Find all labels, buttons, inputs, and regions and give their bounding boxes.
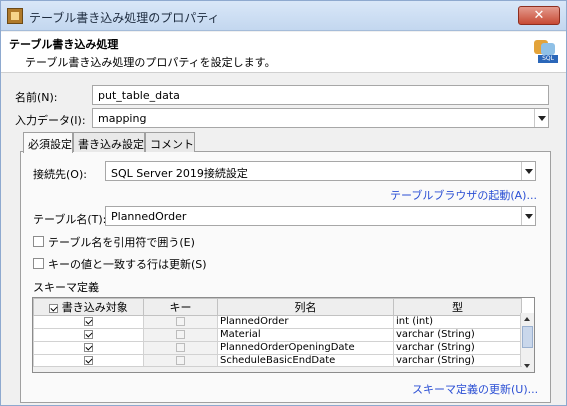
key-cell [143,341,218,355]
table-row[interactable]: PlannedOrderOpeningDate varchar (String) [33,341,522,355]
write-target-checkbox[interactable] [84,342,93,352]
table-row[interactable]: PlannedOrder int (int) [33,315,522,329]
write-target-cell [33,341,144,355]
key-checkbox[interactable] [176,316,185,326]
key-cell [143,328,218,342]
table-name-select[interactable]: PlannedOrder [105,206,536,226]
update-matching-rows-checkbox[interactable] [33,258,44,269]
type-cell: varchar (String) [393,341,522,355]
column-name-cell: Material [217,328,394,342]
write-target-cell [33,328,144,342]
title-bar: テーブル書き込み処理のプロパティ ✕ [1,1,566,31]
schema-update-link[interactable]: スキーマ定義の更新(U)... [412,381,538,397]
scroll-down-icon[interactable] [521,360,534,372]
table-name-label: テーブル名(T): [33,213,107,226]
connection-label: 接続先(O): [33,168,87,181]
connection-value: SQL Server 2019接続設定 [111,167,248,180]
tab-comment[interactable]: コメント [145,132,195,152]
connection-select[interactable]: SQL Server 2019接続設定 [105,161,536,181]
header-description: テーブル書き込み処理のプロパティを設定します。 [25,56,276,69]
header-pane: テーブル書き込み処理 テーブル書き込み処理のプロパティを設定します。 SQL [1,32,566,73]
header-title: テーブル書き込み処理 [9,38,119,51]
properties-dialog: テーブル書き込み処理のプロパティ ✕ テーブル書き込み処理 テーブル書き込み処理… [0,0,567,406]
sql-icon: SQL [532,40,558,64]
schema-grid: 書き込み対象 キー 列名 型 PlannedOrder int (int) Mate… [32,297,535,373]
quote-table-name-checkbox[interactable] [33,236,44,247]
chevron-down-icon[interactable] [534,109,548,127]
key-checkbox[interactable] [176,342,185,352]
type-cell: varchar (String) [393,328,522,342]
scroll-thumb[interactable] [522,326,533,348]
write-target-checkbox[interactable] [84,329,93,339]
write-target-header[interactable]: 書き込み対象 [33,298,144,316]
column-name-cell: PlannedOrderOpeningDate [217,341,394,355]
key-cell [143,315,218,329]
close-button[interactable]: ✕ [518,6,560,25]
tab-required[interactable]: 必須設定 [23,132,73,153]
select-all-checkbox[interactable] [49,303,59,313]
column-name-cell: PlannedOrder [217,315,394,329]
table-row[interactable]: Material varchar (String) [33,328,522,342]
scroll-up-icon[interactable] [521,313,534,325]
name-field[interactable]: put_table_data [92,85,549,105]
write-target-checkbox[interactable] [84,355,93,365]
column-name-header[interactable]: 列名 [217,298,394,316]
type-header[interactable]: 型 [393,298,522,316]
vertical-scrollbar[interactable] [520,313,534,372]
input-data-value: mapping [98,112,147,125]
app-icon [7,8,23,24]
quote-table-name-label: テーブル名を引用符で囲う(E) [48,236,195,249]
window-title: テーブル書き込み処理のプロパティ [29,11,220,25]
write-target-cell [33,315,144,329]
horizontal-scrollbar[interactable] [33,366,522,372]
input-data-select[interactable]: mapping [92,108,549,128]
table-browser-link[interactable]: テーブルブラウザの起動(A)... [390,187,537,203]
table-name-value: PlannedOrder [111,210,187,223]
tab-write-settings[interactable]: 書き込み設定 [73,132,145,152]
sql-icon-label: SQL [538,55,558,63]
key-checkbox[interactable] [176,355,185,365]
key-checkbox[interactable] [176,329,185,339]
chevron-down-icon[interactable] [521,207,535,225]
name-label: 名前(N): [15,91,58,104]
schema-label: スキーマ定義 [33,281,99,294]
update-matching-rows-label: キーの値と一致する行は更新(S) [48,258,207,271]
input-data-label: 入力データ(I): [15,114,86,127]
chevron-down-icon[interactable] [521,162,535,180]
write-target-checkbox[interactable] [84,316,93,326]
write-target-header-label: 書き込み対象 [61,301,128,314]
key-header[interactable]: キー [143,298,218,316]
type-cell: int (int) [393,315,522,329]
